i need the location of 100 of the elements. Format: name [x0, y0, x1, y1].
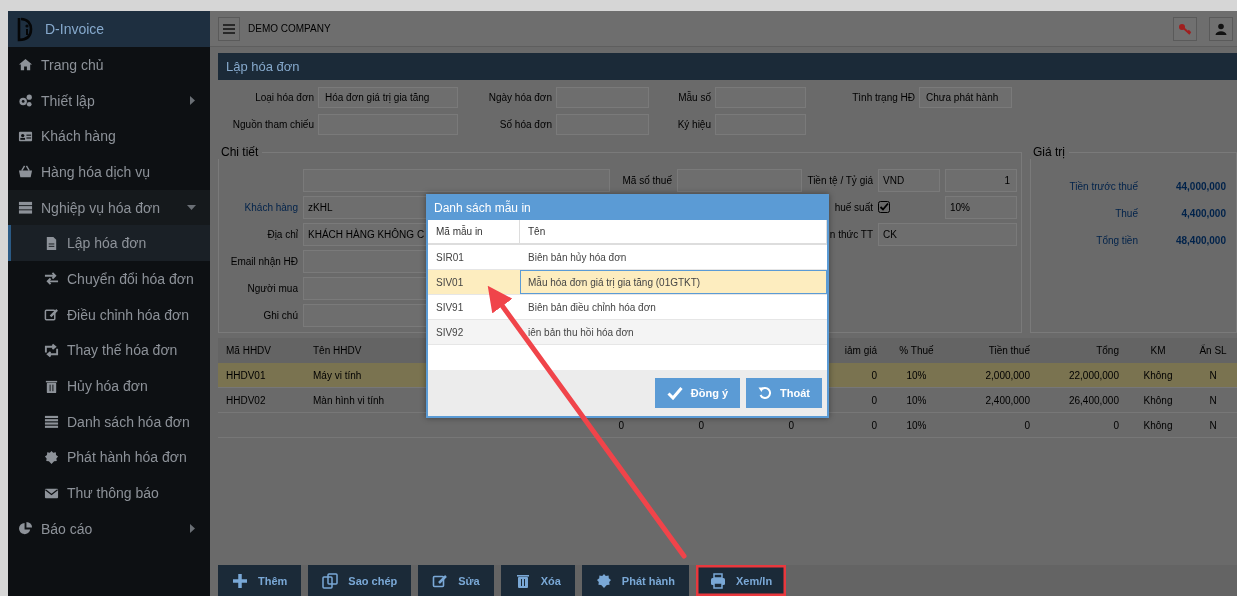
field-label: Ký hiệu	[676, 119, 711, 130]
panel-title: Lập hóa đơn	[218, 53, 1237, 80]
sidebar-item[interactable]: Báo cáo	[8, 510, 210, 547]
checkbox[interactable]	[878, 200, 890, 213]
stack-icon	[18, 200, 33, 216]
field-label: Nguồn tham chiếu	[231, 119, 314, 130]
menu-button[interactable]	[218, 16, 240, 41]
column-header[interactable]: Tên	[520, 220, 827, 245]
field-label: Tiền tệ / Tỷ giá	[807, 175, 873, 186]
toolbar-button[interactable]: Thêm	[218, 565, 302, 596]
section-title: Chi tiết	[220, 145, 260, 159]
table-cell-text: Không	[1142, 393, 1174, 408]
sidebar-item[interactable]: Khách hàng	[8, 118, 210, 155]
column-header[interactable]: Mã HHDV	[218, 338, 305, 363]
table-cell-text: 10%	[905, 418, 928, 433]
sidebar-item[interactable]: Hàng hóa dịch vụ	[8, 154, 210, 190]
field-label: Người mua	[246, 283, 298, 294]
table-cell[interactable]: SIV01	[428, 270, 520, 295]
field-label: n thức TT	[828, 229, 873, 240]
table-cell-text: 0	[1112, 418, 1120, 433]
gears-icon	[18, 93, 33, 109]
table-cell-text: HHDV02	[225, 393, 267, 408]
table-cell[interactable]: iên bản thu hồi hóa đơn	[520, 320, 827, 345]
input-field[interactable]: VND	[878, 169, 940, 192]
toolbar-button[interactable]: Xem/In	[696, 565, 787, 596]
sidebar-item[interactable]: Thư thông báo	[8, 475, 210, 511]
sidebar-item[interactable]: Lập hóa đơn	[8, 225, 210, 262]
column-header[interactable]: Mã mẫu in	[428, 220, 520, 245]
field-label: Ngày hóa đơn	[487, 92, 552, 103]
sidebar-item[interactable]: Điều chỉnh hóa đơn	[8, 296, 210, 333]
total-value: 4,400,000	[1180, 208, 1226, 219]
sidebar-item[interactable]: Nghiệp vụ hóa đơn	[8, 189, 210, 226]
table-cell-text: HHDV01	[225, 368, 267, 383]
toolbar-button[interactable]: Sao chép	[308, 565, 412, 596]
table-cell-text: N	[1208, 393, 1218, 408]
section-title: Giá trị	[1032, 145, 1066, 159]
sidebar-item[interactable]: Phát hành hóa đơn	[8, 439, 210, 476]
field-label: huế suất	[833, 202, 873, 213]
sidebar-item[interactable]: Thiết lập	[8, 82, 210, 119]
key-button[interactable]	[1173, 16, 1197, 41]
field-label: Loại hóa đơn	[254, 92, 314, 103]
field-label: Mẫu số	[677, 92, 711, 103]
table-cell-text: 2,000,000	[984, 368, 1031, 383]
toolbar-button[interactable]: Xóa	[500, 565, 575, 596]
sidebar-item[interactable]: Thay thế hóa đơn	[8, 332, 210, 369]
total-value: 48,400,000	[1174, 235, 1226, 246]
dialog-title: Danh sách mẫu in	[428, 196, 827, 220]
column-header[interactable]: % Thuế	[885, 338, 948, 363]
input-field[interactable]	[303, 169, 610, 192]
field-label: Tình trạng HĐ	[851, 92, 915, 103]
table-cell-text: Không	[1142, 368, 1174, 383]
table-cell-text: 10%	[905, 368, 928, 383]
swap-arrows-icon	[44, 271, 59, 287]
sidebar-item[interactable]: Trang chủ	[8, 47, 210, 83]
sidebar-item[interactable]: Hủy hóa đơn	[8, 368, 210, 404]
check-icon	[666, 386, 683, 400]
input-field[interactable]: 1	[945, 169, 1017, 192]
table-cell-text: 0	[787, 418, 795, 433]
field-label: Số hóa đơn	[498, 119, 552, 130]
trash-icon	[514, 572, 531, 589]
table-cell-text: 0	[870, 368, 878, 383]
table-cell[interactable]: Mẫu hóa đơn giá trị gia tăng (01GTKT)	[520, 270, 827, 295]
table-cell[interactable]: SIV92	[428, 320, 520, 345]
table-cell-text: Không	[1142, 418, 1174, 433]
plus-icon	[232, 572, 248, 589]
user-button[interactable]	[1209, 16, 1233, 41]
edit-icon	[44, 307, 59, 323]
pie-chart-icon	[18, 521, 33, 537]
input-field[interactable]	[677, 169, 802, 192]
edit-icon	[432, 572, 449, 589]
column-header[interactable]: KM	[1127, 338, 1189, 363]
key-icon	[1178, 21, 1192, 36]
list-icon	[44, 414, 59, 430]
company-name: DEMO COMPANY	[248, 23, 332, 34]
input-field[interactable]: Chưa phát hành	[919, 87, 1012, 108]
repeat-icon	[44, 342, 59, 358]
column-header[interactable]: Tên HHDV	[305, 338, 420, 363]
toolbar-button[interactable]: Sửa	[418, 565, 494, 596]
column-header[interactable]: Ẩn SL	[1189, 338, 1237, 363]
table-cell-text: 0	[697, 418, 705, 433]
toolbar-button[interactable]: Phát hành	[581, 565, 690, 596]
field-label: Địa chỉ	[266, 229, 298, 240]
total-label: Thuế	[1114, 208, 1138, 219]
copy-icon	[322, 572, 339, 589]
column-header[interactable]: Tổng	[1038, 338, 1127, 363]
table-cell-text: Máy vi tính	[312, 368, 363, 383]
app-name: D-Invoice	[45, 21, 105, 37]
field-label: Ghi chú	[262, 310, 298, 321]
sidebar-item[interactable]: Chuyển đổi hóa đơn	[8, 261, 210, 297]
column-header[interactable]: Tiền thuế	[948, 338, 1038, 363]
input-field[interactable]: 10%	[945, 196, 1017, 219]
input-field[interactable]: CK	[878, 223, 1017, 246]
total-value: 44,000,000	[1174, 181, 1226, 192]
input-field[interactable]: Hóa đơn giá trị gia tăng	[318, 87, 458, 108]
sidebar-item[interactable]: Danh sách hóa đơn	[8, 403, 210, 440]
badge-icon	[595, 572, 612, 589]
table-cell-text: 0	[870, 418, 878, 433]
table-cell-text: 0	[1023, 418, 1031, 433]
total-label: Tổng tiền	[1095, 235, 1138, 246]
table-cell-text: 2,400,000	[984, 393, 1031, 408]
